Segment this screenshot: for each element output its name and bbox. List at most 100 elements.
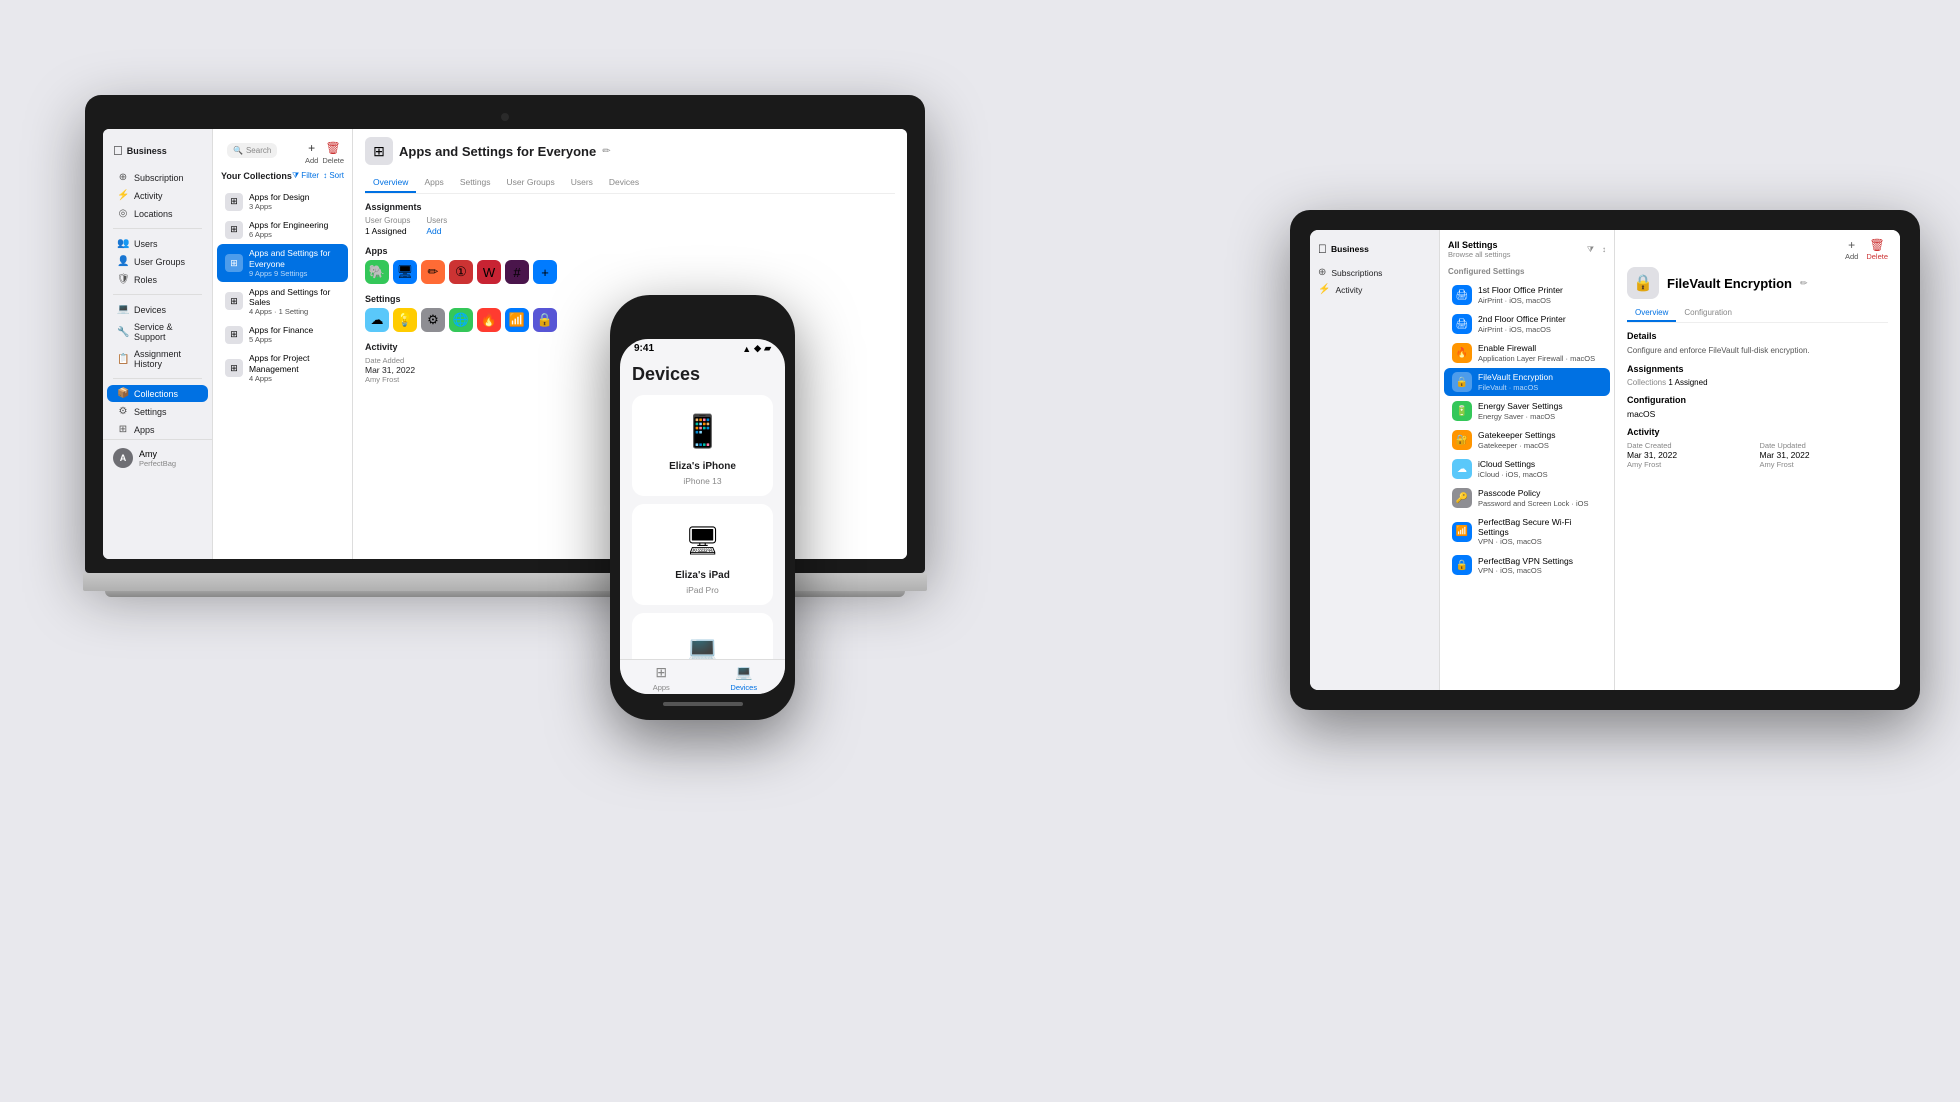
ipad-setting-passcode[interactable]: 🔑 Passcode Policy Password and Screen Lo… <box>1444 484 1610 512</box>
sidebar-item-activity[interactable]: ⚡ Activity <box>107 187 208 204</box>
icloud-sub: iCloud · iOS, macOS <box>1478 470 1548 479</box>
ipad-setting-printer2[interactable]: 🖨 2nd Floor Office Printer AirPrint · iO… <box>1444 310 1610 338</box>
history-icon: 📋 <box>117 354 129 365</box>
sort-button[interactable]: ↕ Sort <box>323 171 344 181</box>
list-item-pm[interactable]: ⊞ Apps for Project Management 4 Apps <box>217 349 348 386</box>
item-name-sales: Apps and Settings for Sales <box>249 287 340 307</box>
item-text-pm: Apps for Project Management 4 Apps <box>249 353 340 382</box>
delete-button[interactable]: 🗑 Delete <box>322 141 344 165</box>
sidebar-label-devices: Devices <box>134 305 166 315</box>
assignments-section: Assignments User Groups 1 Assigned Users <box>365 202 895 236</box>
tab-overview[interactable]: Overview <box>365 173 416 193</box>
list-item-design[interactable]: ⊞ Apps for Design 3 Apps <box>217 188 348 215</box>
macbook-bezel:  Business ⊕ Subscription ⚡ Activity <box>85 95 925 573</box>
sidebar-item-assignment-history[interactable]: 📋 Assignment History <box>107 346 208 372</box>
apps-grid: 🐘 🖥 ✏ ① W # + <box>365 260 895 284</box>
edit-pencil-icon[interactable]: ✏ <box>602 146 610 157</box>
sidebar-item-user-groups[interactable]: 👤 User Groups <box>107 253 208 270</box>
passcode-name: Passcode Policy <box>1478 488 1588 498</box>
ipad-setting-firewall[interactable]: 🔥 Enable Firewall Application Layer Fire… <box>1444 339 1610 367</box>
sidebar-item-locations[interactable]: ◎ Locations <box>107 205 208 222</box>
filter-button[interactable]: ⧩ Filter <box>292 171 319 181</box>
ipad-firewall-icon: 🔥 <box>1452 343 1472 363</box>
users-add-button[interactable]: Add <box>426 226 447 236</box>
ipad-content-detail: + Add 🗑 Delete 🔒 FileVault Encryption <box>1615 230 1900 690</box>
mac-app-title: Business <box>127 146 167 156</box>
macbook-camera-bar <box>103 113 907 121</box>
setting-icon-3: ⚙ <box>421 308 445 332</box>
ipad-details-label: Details <box>1627 331 1888 341</box>
ipad-tab-configuration[interactable]: Configuration <box>1676 305 1740 322</box>
search-bar[interactable]: 🔍 Search <box>227 143 277 158</box>
item-sub-everyone: 9 Apps 9 Settings <box>249 269 340 278</box>
ipad-tab-overview[interactable]: Overview <box>1627 305 1676 322</box>
device-card-ipad[interactable]: 🖥 Eliza's iPad iPad Pro <box>632 504 773 605</box>
ipad-setting-gatekeeper[interactable]: 🔐 Gatekeeper Settings Gatekeeper · macOS <box>1444 426 1610 454</box>
ipad-activity-label: Activity <box>1627 427 1888 437</box>
list-item-engineering[interactable]: ⊞ Apps for Engineering 6 Apps <box>217 216 348 243</box>
ipad-setting-printer1[interactable]: 🖨 1st Floor Office Printer AirPrint · iO… <box>1444 281 1610 309</box>
device-card-macbook[interactable]: 💻 Eliza's MacBook MacBook Pro 14" <box>632 613 773 659</box>
sidebar-item-apps[interactable]: ⊞ Apps <box>107 421 208 438</box>
ipad-content-header: 🔒 FileVault Encryption ✏ <box>1627 267 1888 299</box>
ipad-config-value: macOS <box>1627 409 1888 419</box>
item-text-finance: Apps for Finance 5 Apps <box>249 325 340 344</box>
delete-icon: 🗑 <box>326 141 341 155</box>
add-button[interactable]: + Add <box>305 141 318 165</box>
sidebar-label-user-groups: User Groups <box>134 257 185 267</box>
tab-settings[interactable]: Settings <box>452 173 499 193</box>
ipad-sidebar-activity[interactable]: ⚡ Activity <box>1310 281 1439 298</box>
sidebar-item-collections[interactable]: 📦 Collections <box>107 385 208 402</box>
signal-icon: ▲ <box>742 344 751 354</box>
subscription-icon: ⊕ <box>117 172 129 183</box>
tab-devices[interactable]: Devices <box>601 173 647 193</box>
setting-icon-5: 🔥 <box>477 308 501 332</box>
ipad-created-label: Date Created <box>1627 441 1756 450</box>
ipad-setting-wifi[interactable]: 📶 PerfectBag Secure Wi-Fi Settings VPN ·… <box>1444 513 1610 550</box>
ipad-delete-label: Delete <box>1866 252 1888 261</box>
sidebar-item-subscription[interactable]: ⊕ Subscription <box>107 169 208 186</box>
user-avatar: A <box>113 448 133 468</box>
device-card-iphone[interactable]: 📱 Eliza's iPhone iPhone 13 <box>632 395 773 496</box>
sidebar-item-service-support[interactable]: 🔧 Service & Support <box>107 319 208 345</box>
sidebar-item-roles[interactable]: 🛡 Roles <box>107 271 208 288</box>
item-sub-design: 3 Apps <box>249 202 340 211</box>
ipad-setting-filevault[interactable]: 🔒 FileVault Encryption FileVault · macOS <box>1444 368 1610 396</box>
users-icon: 👥 <box>117 238 129 249</box>
wifi-sub: VPN · iOS, macOS <box>1478 537 1602 546</box>
sidebar-item-devices[interactable]: 💻 Devices <box>107 301 208 318</box>
ipad-edit-icon[interactable]: ✏ <box>1800 278 1808 289</box>
ipad-updated-label: Date Updated <box>1760 441 1889 450</box>
iphone-tab-apps[interactable]: ⊞ Apps <box>620 664 703 692</box>
sidebar-label-history: Assignment History <box>134 349 198 369</box>
list-item-sales[interactable]: ⊞ Apps and Settings for Sales 4 Apps · 1… <box>217 283 348 320</box>
app-icon-1: 🐘 <box>365 260 389 284</box>
printer2-name: 2nd Floor Office Printer <box>1478 314 1566 324</box>
ipad-add-button[interactable]: + Add <box>1845 238 1858 261</box>
ipad-setting-vpn[interactable]: 🔒 PerfectBag VPN Settings VPN · iOS, mac… <box>1444 551 1610 579</box>
ipad-filter-button[interactable]: ⧩ <box>1587 245 1594 255</box>
sidebar-item-settings[interactable]: ⚙ Settings <box>107 403 208 420</box>
iphone-app: 9:41 ▲ ◆ ▰ Devices 📱 Eliza's iPhone iPho… <box>620 339 785 694</box>
ipad-delete-button[interactable]: 🗑 Delete <box>1866 238 1888 261</box>
sidebar-item-users[interactable]: 👥 Users <box>107 235 208 252</box>
tab-user-groups[interactable]: User Groups <box>499 173 563 193</box>
ipad-sort-button[interactable]: ↕ <box>1602 245 1606 255</box>
setting-icon-4: 🌐 <box>449 308 473 332</box>
list-item-finance[interactable]: ⊞ Apps for Finance 5 Apps <box>217 321 348 348</box>
tab-apps[interactable]: Apps <box>416 173 451 193</box>
scene:  Business ⊕ Subscription ⚡ Activity <box>0 0 1960 1102</box>
ipad-mid-subtitle: Browse all settings <box>1448 250 1511 259</box>
ipad-sidebar-subscriptions[interactable]: ⊕ Subscriptions <box>1310 264 1439 281</box>
devices-icon: 💻 <box>117 304 129 315</box>
tab-users[interactable]: Users <box>563 173 601 193</box>
list-item-everyone[interactable]: ⊞ Apps and Settings for Everyone 9 Apps … <box>217 244 348 281</box>
mac-logo:  Business <box>103 139 212 168</box>
ipad-setting-icloud[interactable]: ☁ iCloud Settings iCloud · iOS, macOS <box>1444 455 1610 483</box>
item-name-pm: Apps for Project Management <box>249 353 340 373</box>
ipad-app-title: Business <box>1331 244 1369 254</box>
iphone-tab-devices[interactable]: 💻 Devices <box>703 664 786 692</box>
ipad-logo:  Business <box>1310 238 1439 264</box>
ipad-setting-energy[interactable]: 🔋 Energy Saver Settings Energy Saver · m… <box>1444 397 1610 425</box>
ipad-middle-panel: All Settings Browse all settings ⧩ ↕ Con… <box>1440 230 1615 690</box>
